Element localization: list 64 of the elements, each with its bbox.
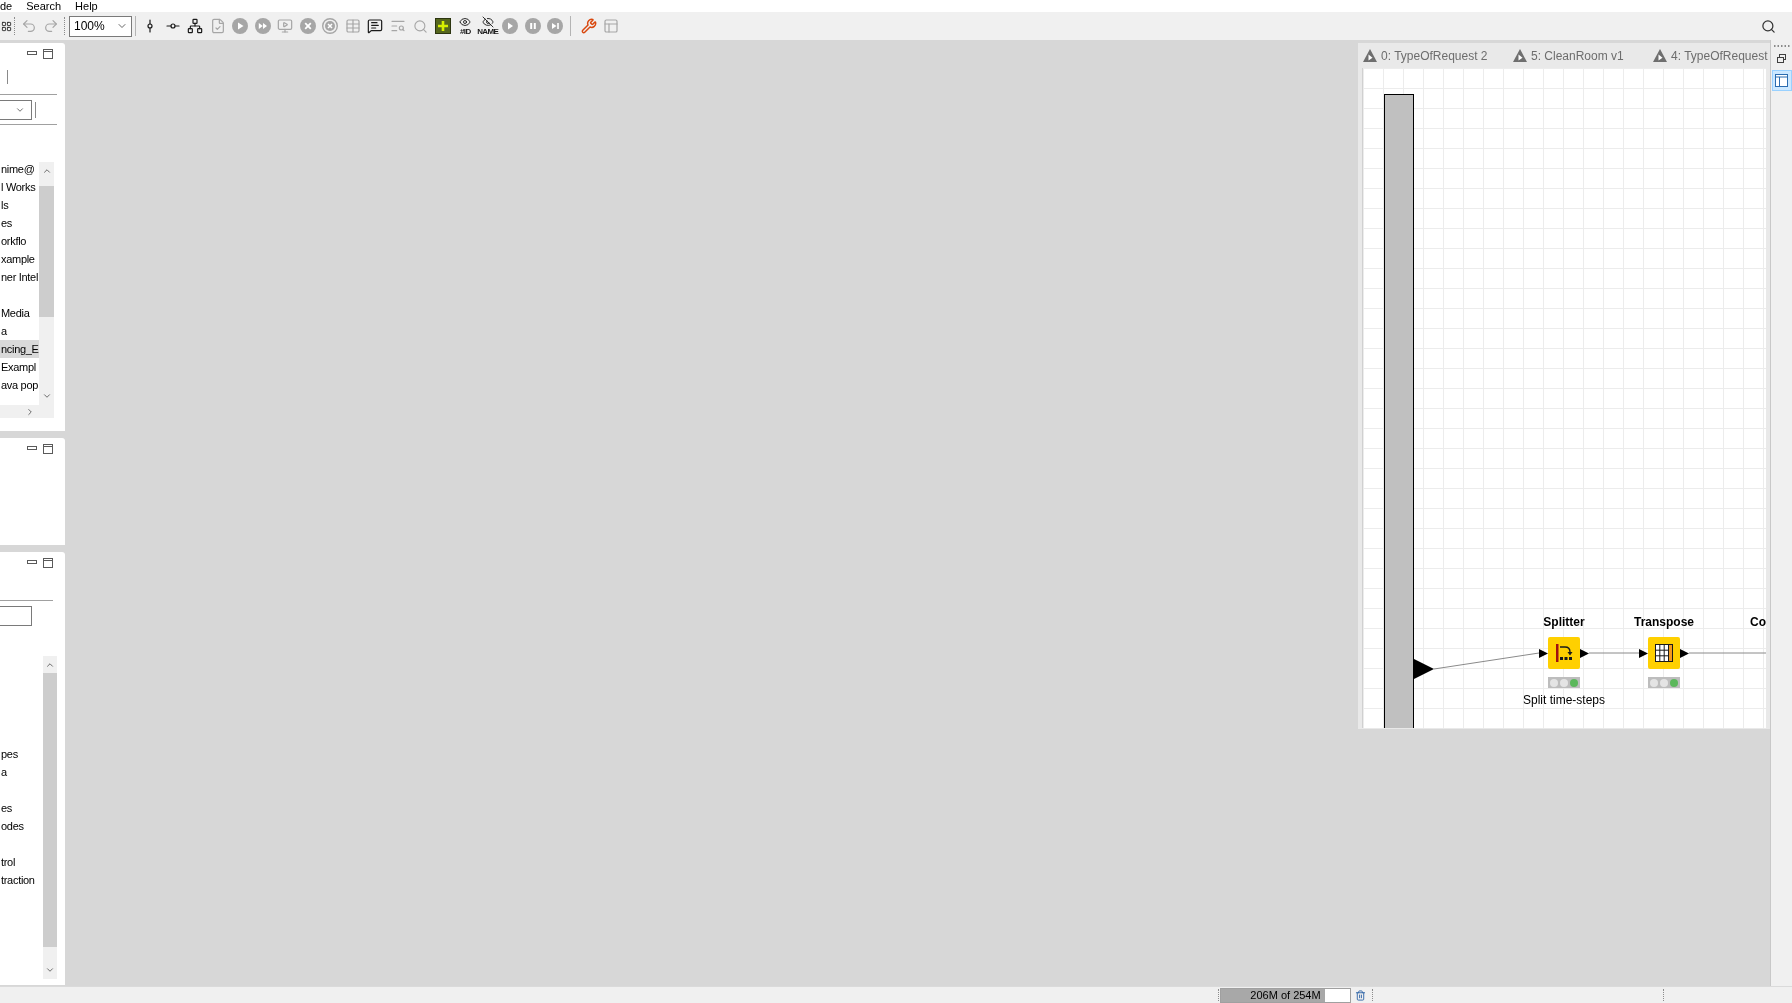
chevron-right-icon	[25, 406, 35, 417]
tree-item[interactable]: es	[0, 799, 43, 817]
search-icon	[1760, 18, 1776, 34]
hide-name-button[interactable]: NAME	[476, 14, 499, 38]
port-triangle-icon[interactable]	[1414, 659, 1434, 679]
show-id-button[interactable]: #ID	[454, 14, 477, 38]
tree-item[interactable]: pes	[0, 745, 43, 763]
chevron-down-icon	[45, 965, 55, 975]
tree-item[interactable]: nime@	[0, 160, 39, 178]
editor-tab[interactable]: 4: TypeOfRequest	[1648, 43, 1770, 68]
panel-layout-icon	[1775, 74, 1788, 87]
input-bar[interactable]	[1384, 94, 1414, 728]
triangle-icon	[1513, 49, 1527, 62]
tree-item[interactable]: ava pop	[0, 376, 39, 394]
menu-item[interactable]: de	[0, 0, 13, 12]
tree-item[interactable]: a	[0, 322, 39, 340]
tree-item[interactable]: odes	[0, 817, 43, 835]
tree-item[interactable]: xample	[0, 250, 39, 268]
minimize-icon[interactable]	[27, 559, 37, 564]
dropdown-field[interactable]	[0, 100, 32, 120]
menu-item[interactable]: Search	[26, 0, 62, 12]
table-grid-icon[interactable]	[1648, 637, 1680, 669]
chevron-up-icon	[45, 660, 55, 670]
editor-tab[interactable]: 0: TypeOfRequest 2	[1358, 43, 1508, 68]
tree-item[interactable]: a	[0, 763, 43, 781]
view-button[interactable]	[1771, 70, 1792, 91]
chevron-up-icon	[41, 166, 52, 176]
zoom-dropdown[interactable]: 100%	[69, 15, 132, 37]
tree-item[interactable]: ner Intel	[0, 268, 39, 286]
horizontal-scrollbar[interactable]	[0, 405, 54, 418]
editor-tab[interactable]: 5: CleanRoom v1	[1508, 43, 1648, 68]
search-field[interactable]	[0, 606, 32, 626]
minimize-icon[interactable]	[27, 445, 37, 450]
node-title: Transpose	[1634, 615, 1694, 630]
menu-item[interactable]: Help	[75, 0, 98, 12]
scrollbar-thumb[interactable]	[43, 673, 57, 947]
trash-icon[interactable]	[1355, 989, 1366, 1001]
tree-item[interactable]: ls	[0, 196, 39, 214]
tree-item[interactable]: Media	[0, 304, 39, 322]
heap-label: 206M of 254M	[1250, 988, 1321, 1002]
node-title: Splitter	[1543, 615, 1585, 630]
tree-item[interactable]: es	[0, 214, 39, 232]
maximize-icon[interactable]	[43, 444, 53, 454]
restore-icon[interactable]	[1777, 54, 1786, 63]
node-annotation: Split time-steps	[1523, 693, 1605, 707]
chevron-down-icon	[41, 391, 52, 401]
maximize-icon[interactable]	[43, 558, 53, 568]
vertical-scrollbar[interactable]	[43, 656, 57, 979]
triangle-icon	[1653, 49, 1667, 62]
tree-item[interactable]: Exampl	[0, 358, 39, 376]
chevron-down-icon	[15, 105, 25, 115]
tree-item[interactable]: orkflo	[0, 232, 39, 250]
scrollbar-thumb[interactable]	[39, 186, 54, 317]
tree-item[interactable]: l Works	[0, 178, 39, 196]
maximize-icon[interactable]	[43, 49, 53, 59]
workflow-canvas[interactable]: Splitter Split time-steps Transpose Co	[1362, 68, 1766, 728]
tree-item[interactable]: traction	[0, 871, 43, 889]
minimize-icon[interactable]	[27, 50, 37, 55]
tree-item[interactable]: ncing_E	[0, 340, 39, 358]
heap-meter[interactable]: 206M of 254M	[1220, 987, 1351, 1003]
triangle-icon	[1363, 49, 1377, 62]
node-title: Co	[1750, 615, 1766, 630]
tree-item[interactable]: trol	[0, 853, 43, 871]
vertical-scrollbar[interactable]	[39, 162, 54, 405]
